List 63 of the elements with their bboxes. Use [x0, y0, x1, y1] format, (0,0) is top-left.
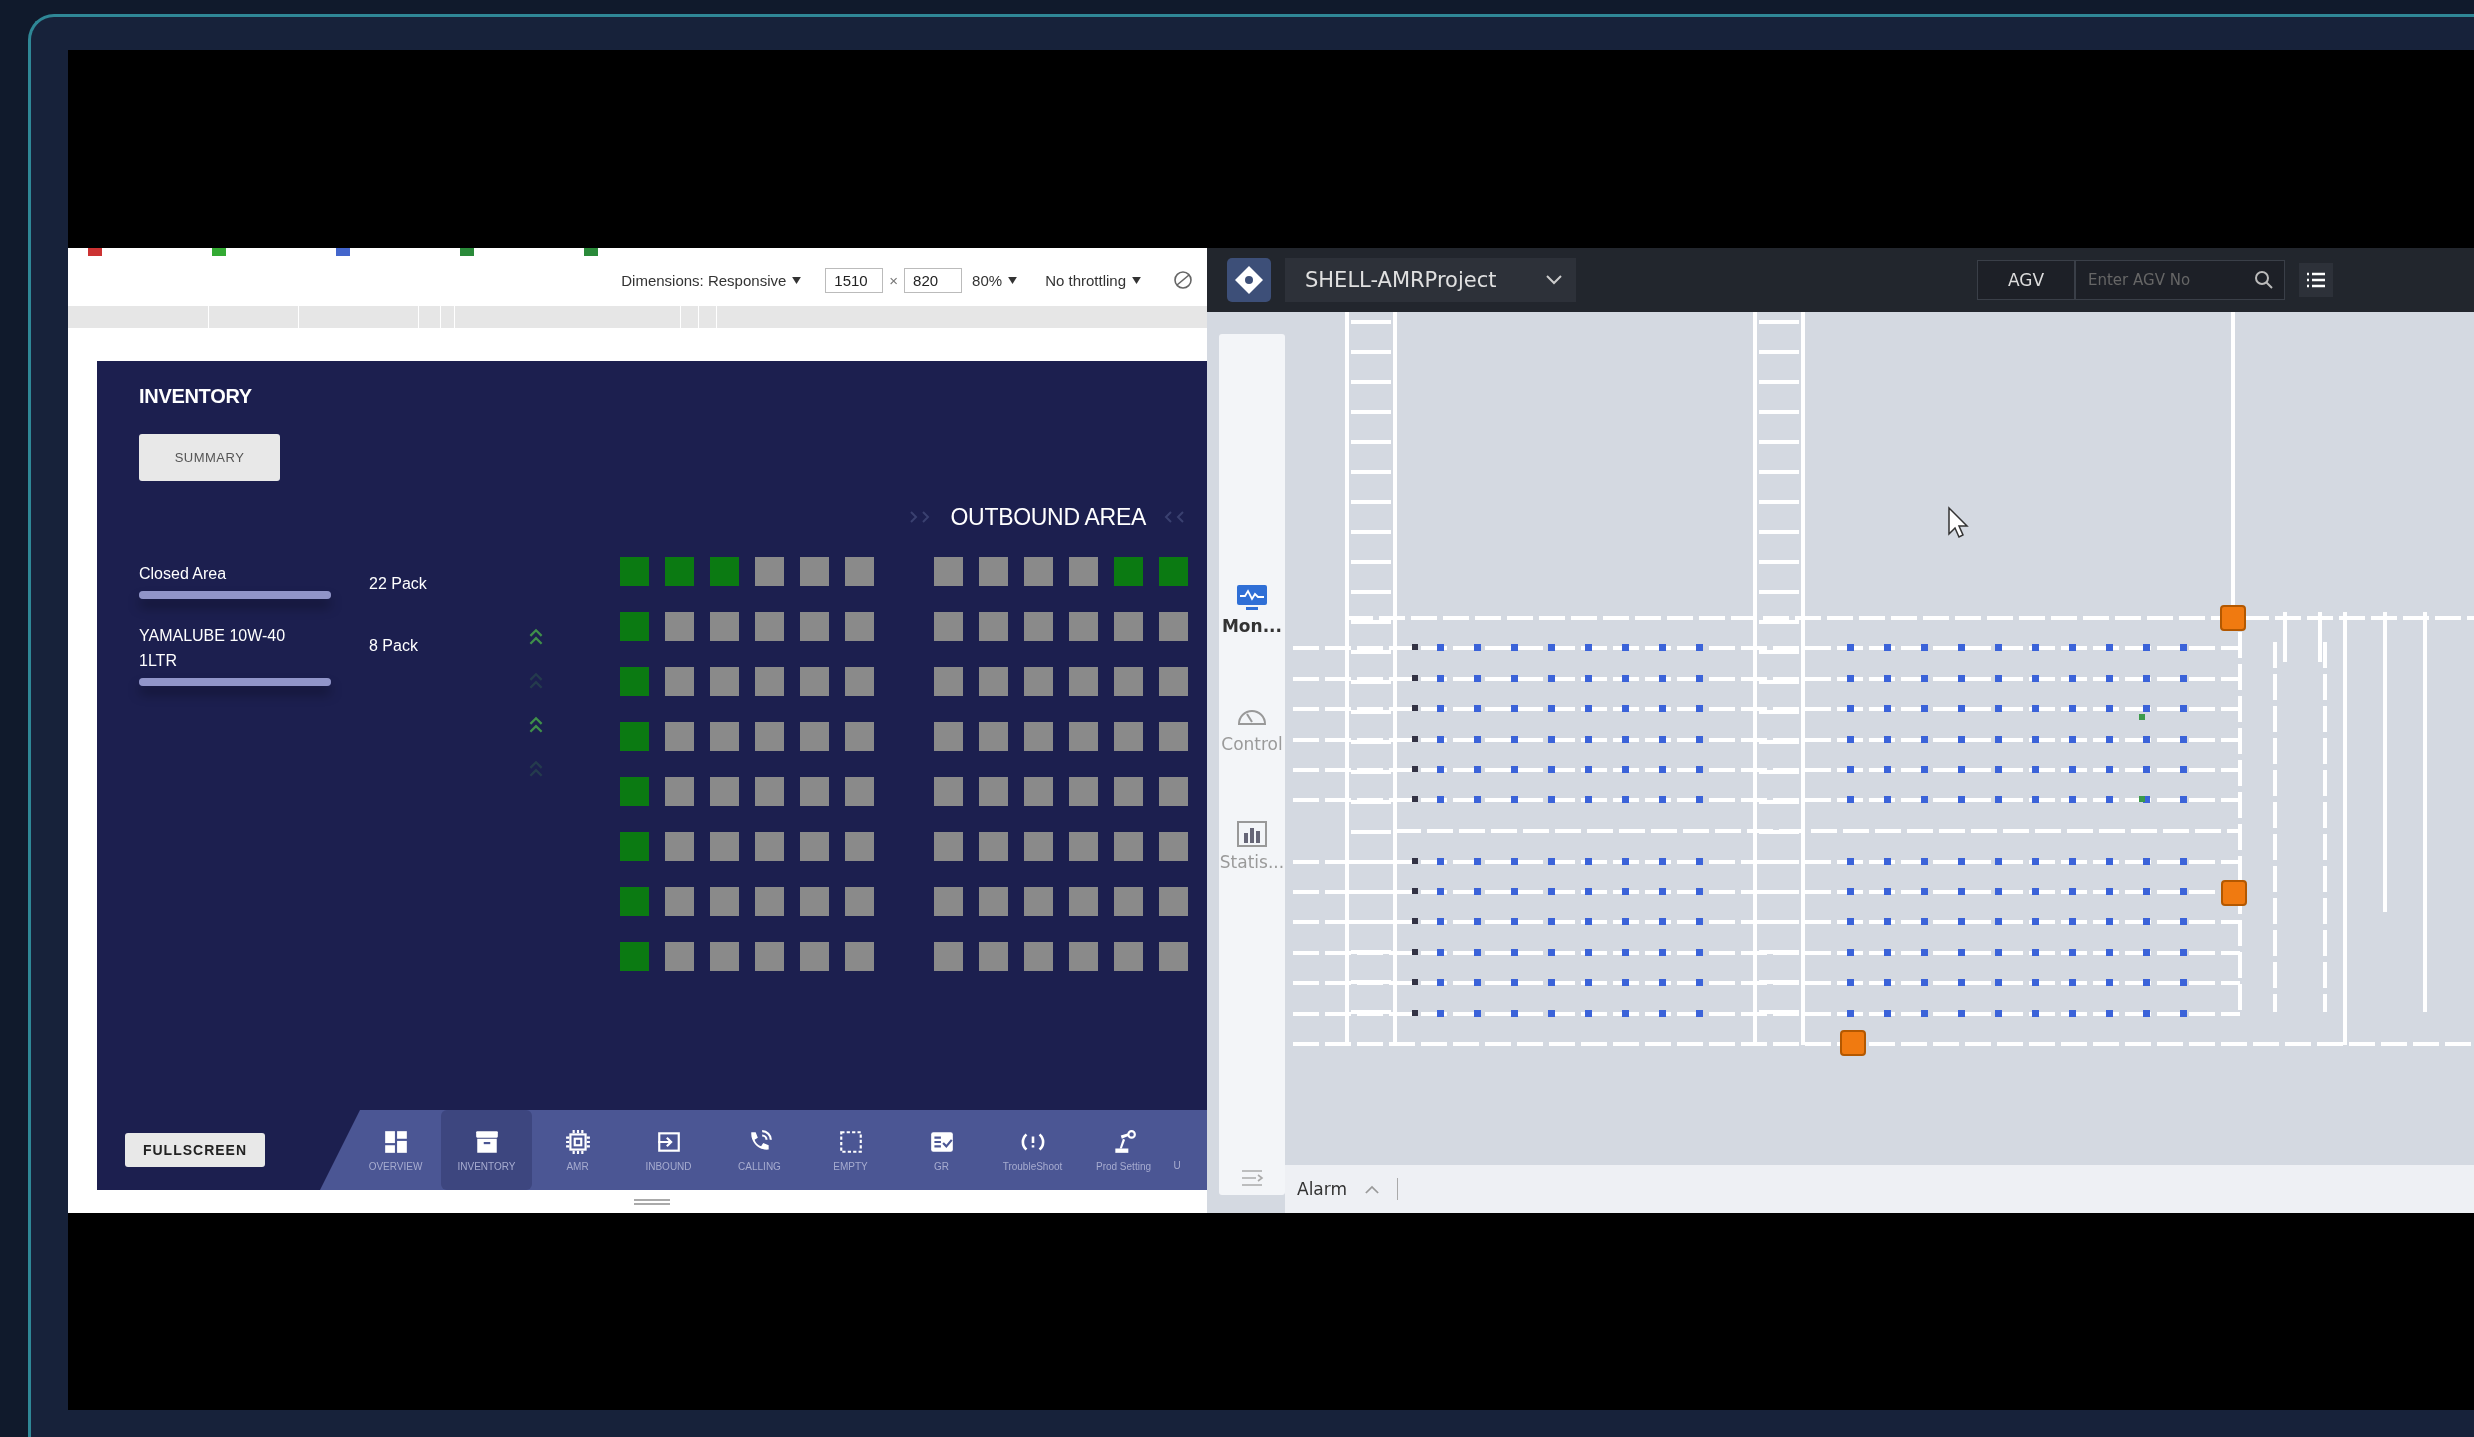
- search-field[interactable]: Enter AGV No: [2075, 260, 2285, 300]
- item-name: Closed Area: [139, 564, 228, 584]
- list-menu-button[interactable]: [2299, 263, 2333, 297]
- side-nav-item[interactable]: Control: [1221, 702, 1283, 754]
- width-input[interactable]: 1510: [825, 267, 884, 293]
- double-chevron-icon: [528, 672, 544, 690]
- side-nav-item[interactable]: Mon...: [1221, 584, 1283, 636]
- bookmark-icon[interactable]: [460, 248, 474, 256]
- height-input[interactable]: 820: [904, 267, 963, 293]
- resize-handle-icon[interactable]: [634, 1197, 670, 1206]
- bookmark-icon[interactable]: [212, 248, 226, 256]
- chart-icon: [1236, 820, 1268, 848]
- menu-icon: [2306, 271, 2326, 289]
- chip-icon: [564, 1128, 591, 1155]
- nav-tab[interactable]: U: [1169, 1110, 1185, 1190]
- app-logo-icon: [1227, 258, 1271, 302]
- summary-button[interactable]: SUMMARY: [139, 434, 280, 481]
- fullscreen-button[interactable]: FULLSCREEN: [125, 1133, 265, 1167]
- select-icon: [837, 1128, 864, 1155]
- collapse-menu-icon[interactable]: [1240, 1169, 1264, 1187]
- nav-tab[interactable]: INBOUND: [623, 1110, 714, 1190]
- cursor-icon: [1948, 506, 1969, 539]
- outbound-area-title: OUTBOUND AREA: [950, 503, 1146, 531]
- dimensions-dropdown[interactable]: Dimensions: Responsive: [621, 271, 787, 289]
- double-chevron-icon: [528, 716, 544, 734]
- box-icon: [473, 1128, 500, 1155]
- bookmark-icon[interactable]: [584, 248, 598, 256]
- monitor-icon: [1236, 584, 1268, 612]
- grid-icon: [382, 1128, 409, 1155]
- caret-icon: [1132, 276, 1141, 284]
- bookmark-icon[interactable]: [88, 248, 102, 256]
- nav-tab[interactable]: OVERVIEW: [350, 1110, 441, 1190]
- nav-tab[interactable]: Prod Setting: [1078, 1110, 1169, 1190]
- agv-marker[interactable]: [2221, 880, 2247, 906]
- nav-tab[interactable]: GR: [896, 1110, 987, 1190]
- item-name: YAMALUBE 10W-40 1LTR: [139, 626, 287, 671]
- double-chevron-icon: [528, 628, 544, 646]
- item-count: 8 Pack: [369, 637, 418, 655]
- times-sign: ×: [889, 271, 899, 289]
- project-dropdown[interactable]: SHELL-AMRProject: [1285, 258, 1577, 302]
- throttling-dropdown[interactable]: No throttling: [1045, 271, 1126, 289]
- side-nav-item[interactable]: Statis...: [1219, 820, 1285, 872]
- alarm-label[interactable]: Alarm: [1297, 1179, 1348, 1199]
- agv-marker[interactable]: [2220, 605, 2246, 631]
- agv-marker[interactable]: [1840, 1030, 1866, 1056]
- search-icon: [2254, 270, 2274, 290]
- nav-tab[interactable]: CALLING: [714, 1110, 805, 1190]
- item-count: 22 Pack: [369, 575, 427, 593]
- zoom-dropdown[interactable]: 80%: [972, 271, 1003, 289]
- nav-tab[interactable]: INVENTORY: [441, 1110, 532, 1190]
- nav-tab[interactable]: TroubleShoot: [987, 1110, 1078, 1190]
- caret-icon: [1008, 276, 1018, 284]
- nav-tab[interactable]: AMR: [532, 1110, 623, 1190]
- agv-search-field[interactable]: Enter AGV No: [2086, 270, 2254, 290]
- inventory-title: INVENTORY: [139, 385, 252, 408]
- double-chevron-icon: [528, 760, 544, 778]
- bookmark-icon[interactable]: [336, 248, 350, 256]
- chevron-down-icon: [1546, 275, 1563, 285]
- chevron-up-icon[interactable]: [1365, 1184, 1380, 1194]
- type-select[interactable]: AGV: [1977, 260, 2075, 300]
- nav-tab[interactable]: EMPTY: [805, 1110, 896, 1190]
- media-query-ruler[interactable]: [68, 306, 1207, 328]
- caret-icon: [792, 276, 802, 284]
